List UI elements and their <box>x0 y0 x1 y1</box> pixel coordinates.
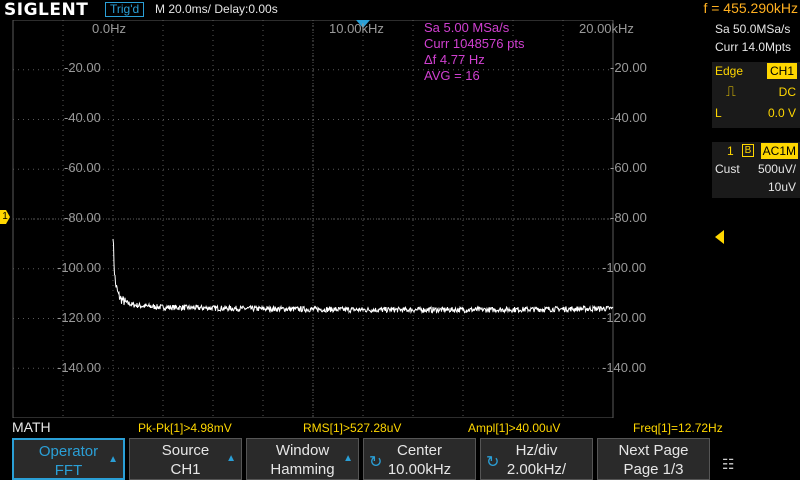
timebase-readout: M 20.0ms/ Delay:0.00s <box>155 2 278 16</box>
softkey-title: Source <box>161 442 210 459</box>
softkey-value: Page 1/3 <box>623 461 684 478</box>
trigger-level: 0.0 V <box>767 106 796 120</box>
trigger-status-badge: Trig'd <box>105 2 145 17</box>
trigger-info[interactable]: Edge CH1 ⎍ DC L 0.0 V <box>712 62 800 128</box>
trigger-coupling: DC <box>778 85 796 99</box>
softkey-menu: Operator FFT ▲ Source CH1 ▲ Window Hammi… <box>0 436 800 480</box>
y-tick-label: -80.00 <box>64 210 101 225</box>
y-tick-label-right: -80.00 <box>610 210 647 225</box>
trigger-type: Edge <box>715 64 744 78</box>
menu-arrow-icon: ▲ <box>108 454 118 465</box>
math-label: MATH <box>12 419 51 435</box>
y-tick-label: -20.00 <box>64 60 101 75</box>
fft-info-panel: Sa 5.00 MSa/s Curr 1048576 pts Δf 4.77 H… <box>424 20 524 84</box>
probe-attenuation: 10uV <box>767 180 796 194</box>
volts-per-div: 500uV/ <box>757 162 796 176</box>
next-page-softkey[interactable]: Next Page Page 1/3 <box>597 438 710 480</box>
softkey-value: FFT <box>54 462 83 479</box>
fft-graticule <box>12 20 614 418</box>
rotary-knob-icon: ↻ <box>369 454 383 471</box>
memory-depth: Curr 14.0Mpts <box>715 40 792 54</box>
y-tick-label: -100.00 <box>57 260 102 275</box>
measurement-rms: RMS[1]>527.28uV <box>303 421 402 435</box>
fft-average: AVG = 16 <box>424 68 480 83</box>
measurement-bar: MATH Pk-Pk[1]>4.98mV RMS[1]>527.28uV Amp… <box>0 418 800 436</box>
softkey-title: Operator <box>38 443 99 460</box>
trigger-level-label: L <box>715 106 722 120</box>
softkey-title: Window <box>275 442 330 459</box>
measurement-pkpk: Pk-Pk[1]>4.98mV <box>138 421 232 435</box>
frequency-counter: f = 455.290kHz <box>703 0 798 16</box>
sample-rate: Sa 50.0MSa/s <box>715 22 791 36</box>
x-tick-label: 0.0Hz <box>92 21 126 36</box>
y-tick-label-right: -120.00 <box>602 310 647 325</box>
fft-points: Curr 1048576 pts <box>424 36 525 51</box>
y-tick-label: -120.00 <box>57 310 102 325</box>
channel1-offset-marker[interactable]: 1 <box>0 210 10 224</box>
y-tick-label-right: -140.00 <box>602 360 647 375</box>
y-tick-label-right: -20.00 <box>610 60 647 75</box>
channel-number: 1 <box>727 144 734 158</box>
acquisition-info: Sa 50.0MSa/s Curr 14.0Mpts <box>712 20 800 58</box>
y-tick-label-right: -40.00 <box>610 110 647 125</box>
fft-sample-rate: Sa 5.00 MSa/s <box>424 20 510 35</box>
measurement-freq: Freq[1]=12.72Hz <box>633 421 723 435</box>
measurement-ampl: Ampl[1]>40.00uV <box>468 421 561 435</box>
softkey-value: CH1 <box>170 461 201 478</box>
y-tick-label: -60.00 <box>64 160 101 175</box>
y-tick-label: -140.00 <box>57 360 102 375</box>
hz-per-div-softkey[interactable]: Hz/div 2.00kHz/ ↻ <box>480 438 593 480</box>
center-softkey[interactable]: Center 10.00kHz ↻ <box>363 438 476 480</box>
softkey-value: Hamming <box>270 461 335 478</box>
x-tick-label: 10.00kHz <box>329 21 384 36</box>
menu-arrow-icon: ▲ <box>226 453 236 464</box>
window-softkey[interactable]: Window Hamming ▲ <box>246 438 359 480</box>
brand-logo: SIGLENT <box>4 0 89 20</box>
source-softkey[interactable]: Source CH1 ▲ <box>129 438 242 480</box>
network-icon: ☷ <box>722 456 735 472</box>
x-tick-label: 20.00kHz <box>579 21 634 36</box>
rotary-knob-icon: ↻ <box>486 454 500 471</box>
fft-resolution: Δf 4.77 Hz <box>424 52 485 67</box>
trigger-source-badge: CH1 <box>766 63 797 79</box>
y-tick-label: -40.00 <box>64 110 101 125</box>
probe-cust-label: Cust <box>715 162 740 176</box>
bandwidth-limit-badge: B <box>742 144 754 157</box>
right-info-panel: Sa 50.0MSa/s Curr 14.0Mpts Edge CH1 ⎍ DC… <box>712 20 800 418</box>
edge-rising-icon: ⎍ <box>726 83 736 99</box>
status-bar: SIGLENT Trig'd M 20.0ms/ Delay:0.00s f =… <box>0 0 800 20</box>
y-tick-label-right: -100.00 <box>602 260 647 275</box>
menu-arrow-icon: ▲ <box>343 453 353 464</box>
waveform-display[interactable]: 0.0Hz 10.00kHz 20.00kHz -20.00 -40.00 -6… <box>12 20 724 418</box>
channel-coupling-badge: AC1M <box>760 143 798 159</box>
y-tick-label-right: -60.00 <box>610 160 647 175</box>
channel1-info[interactable]: 1 B AC1M Cust 500uV/ 10uV <box>712 142 800 198</box>
softkey-title: Next Page <box>618 442 689 459</box>
operator-softkey[interactable]: Operator FFT ▲ <box>12 438 125 480</box>
